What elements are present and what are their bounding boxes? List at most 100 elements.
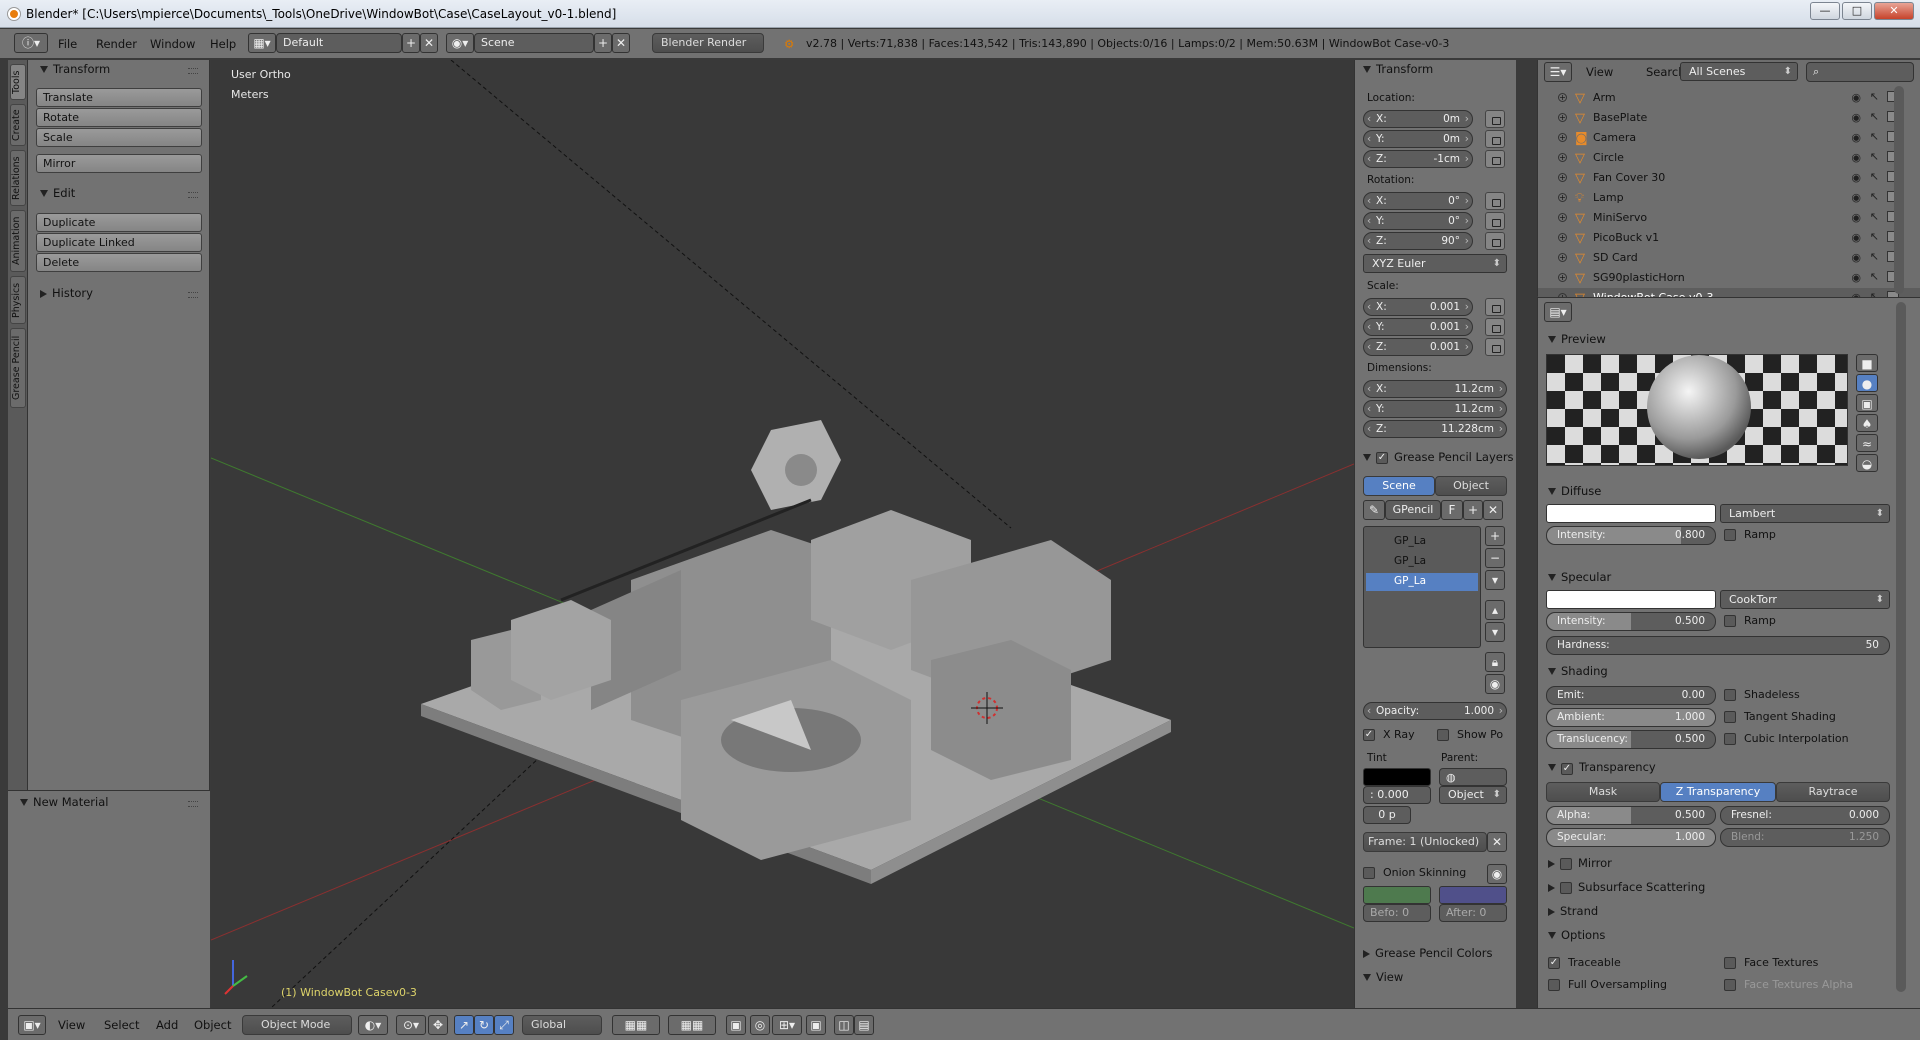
expand-icon[interactable]: + — [1558, 93, 1567, 102]
menu-render[interactable]: Render — [96, 37, 137, 51]
xray-checkbox[interactable]: ✓ X Ray — [1363, 728, 1415, 741]
duplicate-button[interactable]: Duplicate — [36, 213, 202, 232]
opengl-anim-icon[interactable]: ▤ — [854, 1015, 874, 1035]
selectable-cursor-icon[interactable]: ↖ — [1870, 150, 1879, 163]
parent-type-dropdown[interactable]: Object — [1439, 786, 1507, 804]
scale-manipulator-icon[interactable]: ⤢ — [494, 1015, 514, 1035]
selectable-cursor-icon[interactable]: ↖ — [1870, 170, 1879, 183]
lock-icon[interactable] — [1485, 130, 1505, 148]
fresnel-field[interactable]: Fresnel: 0.000 — [1720, 806, 1890, 825]
lock-icon[interactable] — [1485, 318, 1505, 336]
rotation-mode-dropdown[interactable]: XYZ Euler — [1363, 254, 1507, 273]
location-x-field[interactable]: X:0m — [1363, 110, 1473, 128]
transform-header[interactable]: Transform — [1363, 62, 1433, 76]
emit-field[interactable]: Emit: 0.00 — [1546, 686, 1716, 705]
gp-add-icon[interactable]: + — [1463, 500, 1483, 520]
onion-after-color[interactable] — [1439, 886, 1507, 904]
outliner-row[interactable]: + ▽ Arm ◉ ↖ — [1538, 88, 1920, 108]
outliner-scrollbar[interactable] — [1894, 86, 1904, 294]
properties-scrollbar[interactable] — [1896, 302, 1906, 992]
gp-colors-header[interactable]: Grease Pencil Colors — [1363, 946, 1493, 960]
gp-visibility-icon[interactable]: ◉ — [1485, 674, 1505, 694]
blend-field[interactable]: Blend: 1.250 — [1720, 828, 1890, 847]
lock-icon[interactable] — [1485, 338, 1505, 356]
hardness-field[interactable]: Hardness: 50 — [1546, 636, 1890, 655]
tab-grease-pencil[interactable]: Grease Pencil — [10, 328, 26, 408]
lock-icon[interactable] — [1485, 298, 1505, 316]
diffuse-intensity-field[interactable]: Intensity: 0.800 — [1546, 526, 1716, 545]
menu-window[interactable]: Window — [150, 37, 195, 51]
expand-icon[interactable]: + — [1558, 253, 1567, 262]
minimize-button[interactable]: — — [1810, 2, 1840, 20]
tint-factor-field[interactable]: : 0.000 — [1363, 786, 1431, 804]
history-panel-header[interactable]: History — [40, 286, 93, 300]
gp-layer-up-icon[interactable]: ▴ — [1485, 600, 1505, 620]
tint-color-swatch[interactable] — [1363, 768, 1431, 786]
tangent-shading-checkbox[interactable]: Tangent Shading — [1724, 710, 1836, 723]
location-z-field[interactable]: Z:-1cm — [1363, 150, 1473, 168]
selectable-cursor-icon[interactable]: ↖ — [1870, 230, 1879, 243]
tab-animation[interactable]: Animation — [10, 210, 26, 272]
onion-after-field[interactable]: After: 0 — [1439, 904, 1507, 922]
3d-viewport[interactable]: User Ortho Meters (1) WindowBot Casev0-3 — [211, 60, 1354, 1008]
scale-button[interactable]: Scale — [36, 128, 202, 147]
scale-z-field[interactable]: Z:0.001 — [1363, 338, 1473, 356]
mirror-checkbox[interactable] — [1560, 857, 1572, 870]
frame-lock-button[interactable]: Frame: 1 (Unlocked) — [1363, 832, 1487, 852]
onion-before-color[interactable] — [1363, 886, 1431, 904]
gp-unlink-icon[interactable]: ✕ — [1483, 500, 1503, 520]
manipulator-toggle-icon[interactable]: ✥ — [428, 1015, 448, 1035]
remove-scene-icon[interactable]: ✕ — [612, 33, 630, 53]
diffuse-shader-dropdown[interactable]: Lambert — [1720, 504, 1890, 523]
visibility-eye-icon[interactable]: ◉ — [1851, 231, 1861, 244]
preview-cube-icon[interactable]: ▣ — [1856, 394, 1878, 412]
lock-icon[interactable] — [1485, 212, 1505, 230]
thickness-field[interactable]: 0 p — [1363, 806, 1411, 824]
transparency-header[interactable]: ✓ Transparency — [1548, 760, 1908, 775]
panel-grip[interactable] — [188, 68, 198, 74]
rotate-button[interactable]: Rotate — [36, 108, 202, 127]
menu-object[interactable]: Object — [194, 1018, 231, 1032]
outliner-row[interactable]: + ▽ Fan Cover 30 ◉ ↖ — [1538, 168, 1920, 188]
onion-before-field[interactable]: Befo: 0 — [1363, 904, 1431, 922]
gp-layer-remove-icon[interactable]: − — [1485, 548, 1505, 568]
preview-sky-icon[interactable]: ◒ — [1856, 454, 1878, 472]
transparency-z-tab[interactable]: Z Transparency — [1660, 782, 1776, 802]
expand-icon[interactable]: + — [1558, 133, 1567, 142]
view-header[interactable]: View — [1363, 970, 1403, 984]
specular-color-swatch[interactable] — [1546, 590, 1716, 609]
visibility-eye-icon[interactable]: ◉ — [1851, 191, 1861, 204]
gp-layer-item[interactable]: GP_La — [1394, 555, 1426, 567]
translucency-field[interactable]: Translucency: 0.500 — [1546, 730, 1716, 749]
rotate-manipulator-icon[interactable]: ↻ — [474, 1015, 494, 1035]
specular-ramp-checkbox[interactable]: Ramp — [1724, 614, 1776, 627]
preview-header[interactable]: Preview — [1548, 332, 1908, 346]
outliner-row[interactable]: + ▽ Circle ◉ ↖ — [1538, 148, 1920, 168]
delete-button[interactable]: Delete — [36, 253, 202, 272]
visibility-eye-icon[interactable]: ◉ — [1851, 251, 1861, 264]
rotation-z-field[interactable]: Z:90° — [1363, 232, 1473, 250]
parent-field[interactable]: ◍ — [1439, 768, 1507, 786]
expand-icon[interactable]: + — [1558, 213, 1567, 222]
outliner-row[interactable]: + ▽ BasePlate ◉ ↖ — [1538, 108, 1920, 128]
snap-target-icon[interactable]: ▣ — [806, 1015, 826, 1035]
translate-manipulator-icon[interactable]: ↗ — [454, 1015, 474, 1035]
selectable-cursor-icon[interactable]: ↖ — [1870, 210, 1879, 223]
visibility-eye-icon[interactable]: ◉ — [1851, 271, 1861, 284]
gp-layer-item[interactable]: GP_La — [1394, 575, 1426, 587]
gp-layer-item[interactable]: GP_La — [1394, 535, 1426, 547]
edit-panel-header[interactable]: Edit — [40, 186, 75, 200]
expand-icon[interactable]: + — [1558, 193, 1567, 202]
visibility-eye-icon[interactable]: ◉ — [1851, 111, 1861, 124]
visibility-eye-icon[interactable]: ◉ — [1851, 91, 1861, 104]
layers-grid-b-icon[interactable]: ▦▦ — [668, 1015, 716, 1035]
menu-add[interactable]: Add — [156, 1018, 178, 1032]
onion-skinning-checkbox[interactable]: Onion Skinning — [1363, 866, 1466, 879]
selectable-cursor-icon[interactable]: ↖ — [1870, 110, 1879, 123]
menu-help[interactable]: Help — [210, 37, 236, 51]
panel-grip[interactable] — [188, 192, 198, 198]
specular-header[interactable]: Specular — [1548, 570, 1908, 584]
gp-layer-down-icon[interactable]: ▾ — [1485, 622, 1505, 642]
tab-tools[interactable]: Tools — [10, 64, 26, 100]
expand-icon[interactable]: + — [1558, 173, 1567, 182]
